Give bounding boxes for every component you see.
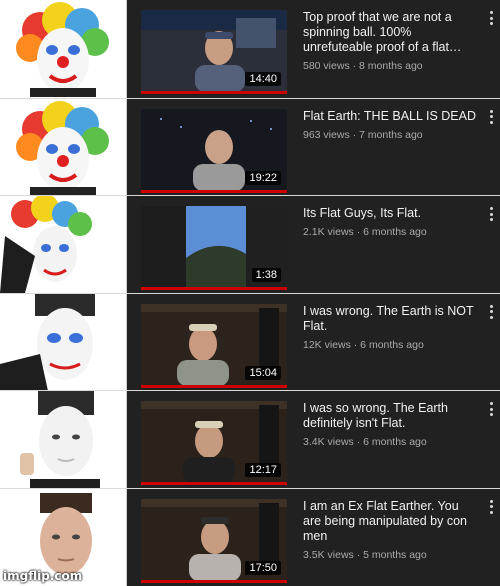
video-thumbnail[interactable]: 12:17 [141, 401, 287, 483]
watch-progress-bar [141, 91, 287, 94]
clown-face-panel-3 [0, 196, 127, 294]
video-thumbnail[interactable]: 1:38 [141, 206, 287, 288]
more-options-icon[interactable] [488, 207, 494, 221]
video-item-2[interactable]: 19:22 Flat Earth: THE BALL IS DEAD 963 v… [127, 99, 500, 197]
video-item-5[interactable]: 12:17 I was so wrong. The Earth definite… [127, 391, 500, 489]
video-meta: 3.5K views · 5 months ago [303, 549, 427, 561]
clown-face-panel-5 [0, 391, 127, 489]
video-title[interactable]: I was so wrong. The Earth definitely isn… [303, 401, 478, 431]
video-meta: 2.1K views · 6 months ago [303, 226, 427, 238]
clown-makeup-face-image [0, 294, 126, 391]
video-item-1[interactable]: 14:40 Top proof that we are not a spinni… [127, 0, 500, 98]
video-title[interactable]: Top proof that we are not a spinning bal… [303, 10, 478, 55]
more-options-icon[interactable] [488, 11, 494, 25]
video-meta: 580 views · 8 months ago [303, 60, 423, 72]
more-options-icon[interactable] [488, 500, 494, 514]
meme-row-3: 1:38 Its Flat Guys, Its Flat. 2.1K views… [0, 195, 500, 294]
watch-progress-bar [141, 580, 287, 583]
video-thumbnail[interactable]: 15:04 [141, 304, 287, 386]
video-title[interactable]: I was wrong. The Earth is NOT Flat. [303, 304, 478, 334]
clown-face-panel-1 [0, 0, 127, 98]
video-title[interactable]: I am an Ex Flat Earther. You are being m… [303, 499, 478, 544]
meme-row-5: 12:17 I was so wrong. The Earth definite… [0, 390, 500, 489]
video-thumbnail[interactable]: 19:22 [141, 109, 287, 191]
watch-progress-bar [141, 190, 287, 193]
video-thumbnail[interactable]: 14:40 [141, 10, 287, 92]
more-options-icon[interactable] [488, 305, 494, 319]
full-clown-face-image [0, 0, 126, 97]
video-duration: 19:22 [245, 171, 281, 185]
white-base-face-image [0, 391, 126, 488]
video-duration: 14:40 [245, 72, 281, 86]
watch-progress-bar [141, 385, 287, 388]
video-title[interactable]: Its Flat Guys, Its Flat. [303, 206, 478, 221]
video-duration: 15:04 [245, 366, 281, 380]
meme-row-2: 19:22 Flat Earth: THE BALL IS DEAD 963 v… [0, 98, 500, 197]
imgflip-watermark: imgflip.com [3, 569, 82, 583]
video-thumbnail[interactable]: 17:50 [141, 499, 287, 581]
meme-row-1: 14:40 Top proof that we are not a spinni… [0, 0, 500, 98]
video-item-4[interactable]: 15:04 I was wrong. The Earth is NOT Flat… [127, 294, 500, 392]
clown-face-panel-4 [0, 294, 127, 392]
watch-progress-bar [141, 482, 287, 485]
video-title[interactable]: Flat Earth: THE BALL IS DEAD [303, 109, 478, 124]
more-options-icon[interactable] [488, 402, 494, 416]
video-item-6[interactable]: 17:50 I am an Ex Flat Earther. You are b… [127, 489, 500, 586]
watch-progress-bar [141, 287, 287, 290]
meme-grid: 14:40 Top proof that we are not a spinni… [0, 0, 500, 585]
video-duration: 17:50 [245, 561, 281, 575]
full-clown-face-image [0, 99, 126, 196]
video-duration: 1:38 [252, 268, 281, 282]
meme-row-4: 15:04 I was wrong. The Earth is NOT Flat… [0, 293, 500, 392]
video-duration: 12:17 [245, 463, 281, 477]
video-meta: 3.4K views · 6 months ago [303, 436, 427, 448]
video-item-3[interactable]: 1:38 Its Flat Guys, Its Flat. 2.1K views… [127, 196, 500, 294]
video-meta: 12K views · 6 months ago [303, 339, 424, 351]
video-meta: 963 views · 7 months ago [303, 129, 423, 141]
more-options-icon[interactable] [488, 110, 494, 124]
clown-wig-on-image [0, 196, 126, 293]
clown-face-panel-2 [0, 99, 127, 197]
